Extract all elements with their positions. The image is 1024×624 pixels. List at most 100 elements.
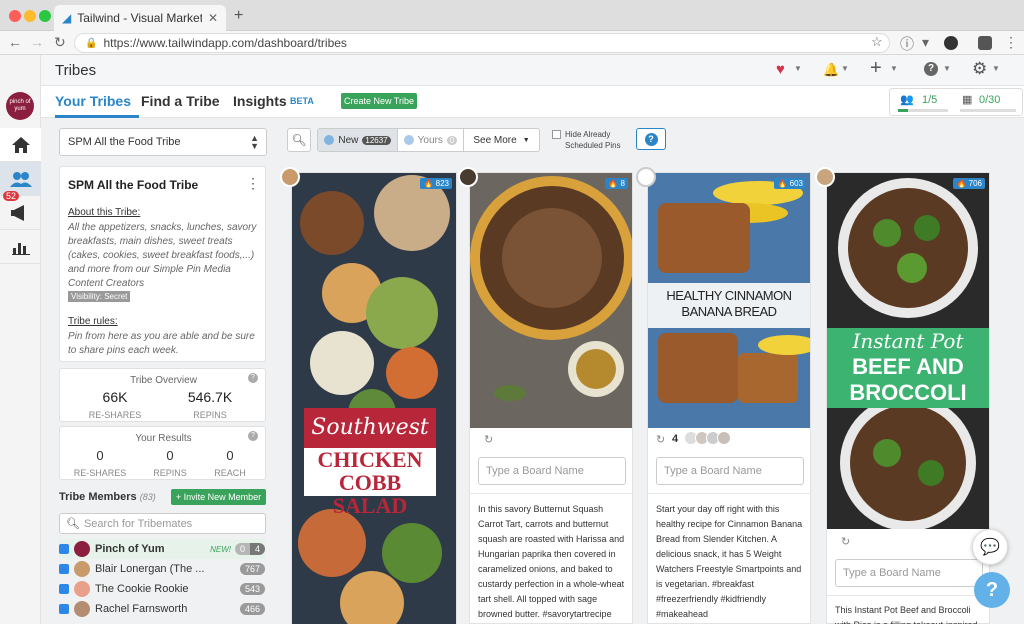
- divider: [470, 493, 632, 494]
- more-options-icon[interactable]: ⋮: [246, 175, 260, 192]
- support-help-button[interactable]: ?: [974, 572, 1010, 608]
- extension-info-icon[interactable]: ⓘ: [900, 34, 914, 54]
- pin-image: Southwest CHICKEN COBB SALAD: [292, 173, 456, 624]
- reshare-icon[interactable]: ↻: [841, 535, 850, 548]
- invite-member-button[interactable]: + Invite New Member: [171, 489, 266, 505]
- pin-description: Start your day off right with this healt…: [656, 504, 803, 619]
- chevron-down-icon[interactable]: ▼: [794, 64, 802, 73]
- home-icon[interactable]: [0, 128, 41, 162]
- hide-scheduled-checkbox[interactable]: [552, 130, 561, 139]
- app-sidebar: pinch of yum 52: [0, 55, 41, 624]
- chevron-down-icon[interactable]: ▼: [841, 64, 849, 73]
- search-button[interactable]: 🔍︎: [287, 128, 311, 152]
- yours-count-badge: 0: [446, 135, 458, 145]
- board-name-input[interactable]: Type a Board Name: [656, 457, 804, 485]
- pin-title-line1: Southwest: [304, 408, 436, 448]
- profile-avatar[interactable]: [978, 36, 992, 50]
- member-count-a: 0: [234, 543, 250, 555]
- avatar: [74, 561, 90, 577]
- member-count: 466: [239, 603, 265, 615]
- bell-icon[interactable]: 🔔: [823, 62, 839, 78]
- filter-dot-icon: [403, 135, 414, 145]
- pin-image: [470, 173, 632, 428]
- pin-card[interactable]: Southwest CHICKEN COBB SALAD 🔥 823: [280, 167, 457, 624]
- tribe-rules: Pin from here as you are able and be sur…: [68, 331, 255, 356]
- new-tab-button[interactable]: +: [234, 7, 243, 25]
- tab-insights[interactable]: Insights: [233, 93, 287, 109]
- chevron-down-icon[interactable]: ▼: [943, 64, 951, 73]
- chevron-down-icon[interactable]: ▼: [890, 64, 898, 73]
- beta-label: BETA: [290, 96, 314, 106]
- chat-button[interactable]: 💬: [972, 529, 1008, 565]
- tab-find-a-tribe[interactable]: Find a Tribe: [141, 93, 220, 109]
- see-more-label: See More: [473, 134, 517, 146]
- chevron-down-icon[interactable]: ▼: [992, 64, 1000, 73]
- filter-yours-button[interactable]: Yours 0: [398, 129, 464, 151]
- list-item[interactable]: Blair Lonergan (The ... 767: [59, 559, 265, 579]
- avatar: [74, 601, 90, 617]
- overview-title: Tribe Overview: [130, 375, 197, 386]
- results-reshares-value: 0: [96, 448, 104, 463]
- filter-new-label: New: [338, 134, 359, 146]
- help-button[interactable]: ?: [636, 128, 666, 150]
- pin-title-line2: CHICKEN COBB SALAD: [304, 448, 436, 517]
- tribe-name: SPM All the Food Tribe: [68, 178, 199, 192]
- lock-icon: 🔒: [85, 37, 98, 49]
- close-tab-icon[interactable]: ✕: [208, 11, 218, 25]
- bookmark-star-icon[interactable]: ☆: [871, 34, 883, 50]
- account-avatar[interactable]: pinch of yum: [6, 92, 34, 120]
- overview-reshares-label: RE-SHARES: [88, 410, 142, 420]
- list-item[interactable]: Rachel Farnsworth 466: [59, 599, 265, 619]
- member-name: The Cookie Rookie: [95, 583, 189, 595]
- pin-card[interactable]: HEALTHY CINNAMON BANANA BREAD 🔥 603 ↻ 4 T…: [636, 167, 811, 624]
- filter-new-button[interactable]: New 12637: [318, 129, 398, 151]
- info-icon[interactable]: ?: [248, 431, 258, 441]
- overview-repins-value: 546.7K: [187, 389, 233, 405]
- analytics-icon[interactable]: [0, 230, 41, 264]
- heart-icon[interactable]: ♥: [776, 61, 785, 78]
- reload-icon[interactable]: ↻: [54, 34, 66, 51]
- member-checkbox[interactable]: [59, 564, 69, 574]
- board-name-input[interactable]: Type a Board Name: [478, 457, 626, 485]
- results-reach-label: REACH: [214, 468, 246, 478]
- plus-icon[interactable]: +: [870, 57, 882, 80]
- gear-icon[interactable]: ⚙: [972, 59, 987, 79]
- members-ratio: 1/5: [922, 94, 938, 106]
- member-search-input[interactable]: 🔍︎ Search for Tribemates: [59, 513, 266, 534]
- avatar: [815, 167, 835, 187]
- help-icon[interactable]: ?: [924, 62, 938, 76]
- url-field[interactable]: 🔒 https://www.tailwindapp.com/dashboard/…: [74, 33, 890, 53]
- select-arrows-icon: ▲ ▼: [250, 133, 259, 151]
- tribes-nav: Your Tribes Find a Tribe Insights BETA C…: [41, 86, 1024, 118]
- forward-icon[interactable]: →: [30, 34, 44, 50]
- member-checkbox[interactable]: [59, 584, 69, 594]
- avatar: [636, 167, 656, 187]
- tribe-select[interactable]: SPM All the Food Tribe ▲ ▼: [59, 128, 267, 156]
- back-icon[interactable]: ←: [8, 34, 22, 50]
- pin-title-line2: BEEF AND BROCCOLI: [849, 354, 967, 405]
- tab-your-tribes[interactable]: Your Tribes: [55, 93, 131, 109]
- maximize-window-button[interactable]: [39, 10, 51, 22]
- browser-tab[interactable]: ◢ Tailwind - Visual Marketing Su ✕: [54, 5, 226, 31]
- board-name-input[interactable]: Type a Board Name: [835, 559, 983, 587]
- your-results-card: Your Results ? 0 RE-SHARES 0 REPINS 0 RE…: [59, 426, 266, 480]
- pin-card[interactable]: Instant Pot BEEF AND BROCCOLI 🔥 706 ↻ Typ…: [815, 167, 990, 624]
- reshare-icon[interactable]: ↻: [484, 433, 493, 446]
- extension-pocket-icon[interactable]: ▾: [922, 34, 929, 51]
- minimize-window-button[interactable]: [24, 10, 36, 22]
- list-item[interactable]: The Cookie Rookie 543: [59, 579, 265, 599]
- reshare-icon[interactable]: ↻: [656, 433, 665, 446]
- extension-icon[interactable]: [944, 36, 958, 50]
- app-header: Tribes ♥ ▼ 🔔 ▼ + ▼ ? ▼ ⚙ ▼: [0, 55, 1024, 86]
- close-window-button[interactable]: [9, 10, 21, 22]
- list-item[interactable]: Pinch of Yum NEW! 0 4: [59, 539, 265, 559]
- filter-dot-icon: [324, 135, 335, 145]
- see-more-dropdown[interactable]: See More ▼: [464, 129, 539, 151]
- create-new-tribe-button[interactable]: Create New Tribe: [341, 93, 417, 109]
- member-checkbox[interactable]: [59, 544, 69, 554]
- browser-menu-icon[interactable]: ⋮: [1004, 34, 1018, 51]
- megaphone-icon[interactable]: [0, 196, 41, 230]
- member-checkbox[interactable]: [59, 604, 69, 614]
- pin-card[interactable]: 🔥 8 ↻ Type a Board Name In this savory B…: [458, 167, 633, 624]
- info-icon[interactable]: ?: [248, 373, 258, 383]
